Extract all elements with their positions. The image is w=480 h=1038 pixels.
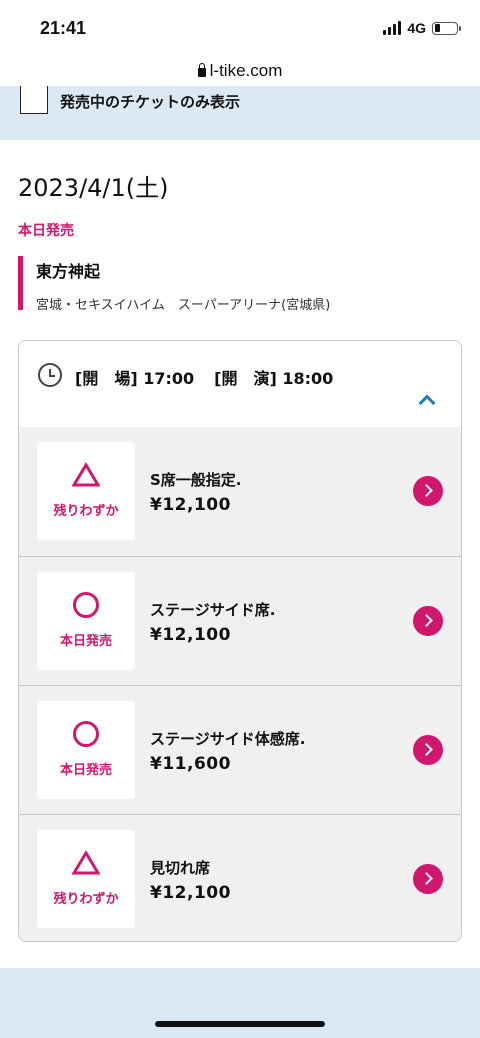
chevron-right-icon[interactable] [413,864,443,894]
availability-status: 残りわずか [53,892,119,907]
availability-status: 本日発売 [59,763,112,778]
doors-open-time: 17:00 [143,369,195,388]
event-info: 東方神起 宮城・セキスイハイム スーパーアリーナ(宮城県) [18,256,331,313]
event-venue: 宮城・セキスイハイム スーパーアリーナ(宮城県) [36,298,331,313]
seat-price: ¥12,100 [150,625,231,645]
seat-price: ¥11,600 [150,754,231,774]
triangle-icon [37,462,135,492]
battery-icon [432,21,461,35]
event-date: 2023/4/1(土) [18,174,169,202]
seat-name: S席一般指定. [150,471,242,489]
seat-row[interactable]: 本日発売 ステージサイド席. ¥12,100 [19,556,461,685]
filter-bar: 発売中のチケットのみ表示 [0,86,480,140]
chevron-up-icon[interactable] [419,393,433,407]
network-type: 4G [407,20,426,36]
signal-icon [383,21,402,35]
event-name: 東方神起 [36,262,101,281]
show-start-time: 18:00 [282,369,334,388]
performance-times: [開 場] 17:00 [開 演] 18:00 [75,365,333,389]
on-sale-only-label[interactable]: 発売中のチケットのみ表示 [60,91,240,112]
seat-price: ¥12,100 [150,883,231,903]
availability-status: 残りわずか [53,504,119,519]
footer-band [0,968,480,1038]
show-start: [開 演] 18:00 [214,365,333,389]
status-time: 21:41 [40,18,87,38]
doors-open-label: [開 場] [75,369,138,388]
availability-box: 残りわずか [37,830,135,928]
seat-row[interactable]: 本日発売 ステージサイド体感席. ¥11,600 [19,685,461,814]
triangle-icon [37,850,135,880]
availability-box: 残りわずか [37,442,135,540]
url-text: l-tike.com [209,61,283,80]
lock-icon [197,63,206,77]
chevron-right-icon[interactable] [413,735,443,765]
show-start-label: [開 演] [214,369,277,388]
seat-name: ステージサイド席. [150,601,276,619]
seat-price: ¥12,100 [150,495,231,515]
chevron-right-icon[interactable] [413,606,443,636]
home-indicator[interactable] [155,1021,325,1027]
clock-icon [38,363,62,387]
availability-box: 本日発売 [37,701,135,799]
seat-list: 残りわずか S席一般指定. ¥12,100 本日発売 ステージサイド席. ¥12… [19,427,461,941]
sale-status-label: 本日発売 [18,223,74,239]
circle-icon [37,721,135,751]
seat-row[interactable]: 残りわずか 見切れ席 ¥12,100 [19,814,461,941]
battery-level [434,24,440,32]
availability-box: 本日発売 [37,572,135,670]
doors-open: [開 場] 17:00 [75,365,194,389]
address-bar[interactable]: l-tike.com [0,56,480,86]
on-sale-only-checkbox[interactable] [20,86,48,114]
availability-status: 本日発売 [59,634,112,649]
status-bar: 21:41 4G [0,0,480,56]
circle-icon [37,592,135,622]
performance-header[interactable]: [開 場] 17:00 [開 演] 18:00 [19,341,461,427]
chevron-right-icon[interactable] [413,476,443,506]
seat-name: 見切れ席 [150,859,211,877]
seat-name: ステージサイド体感席. [150,730,306,748]
performance-card: [開 場] 17:00 [開 演] 18:00 残りわずか S席一般指定. ¥1… [18,340,462,942]
seat-row[interactable]: 残りわずか S席一般指定. ¥12,100 [19,427,461,556]
status-indicators: 4G [383,20,461,36]
